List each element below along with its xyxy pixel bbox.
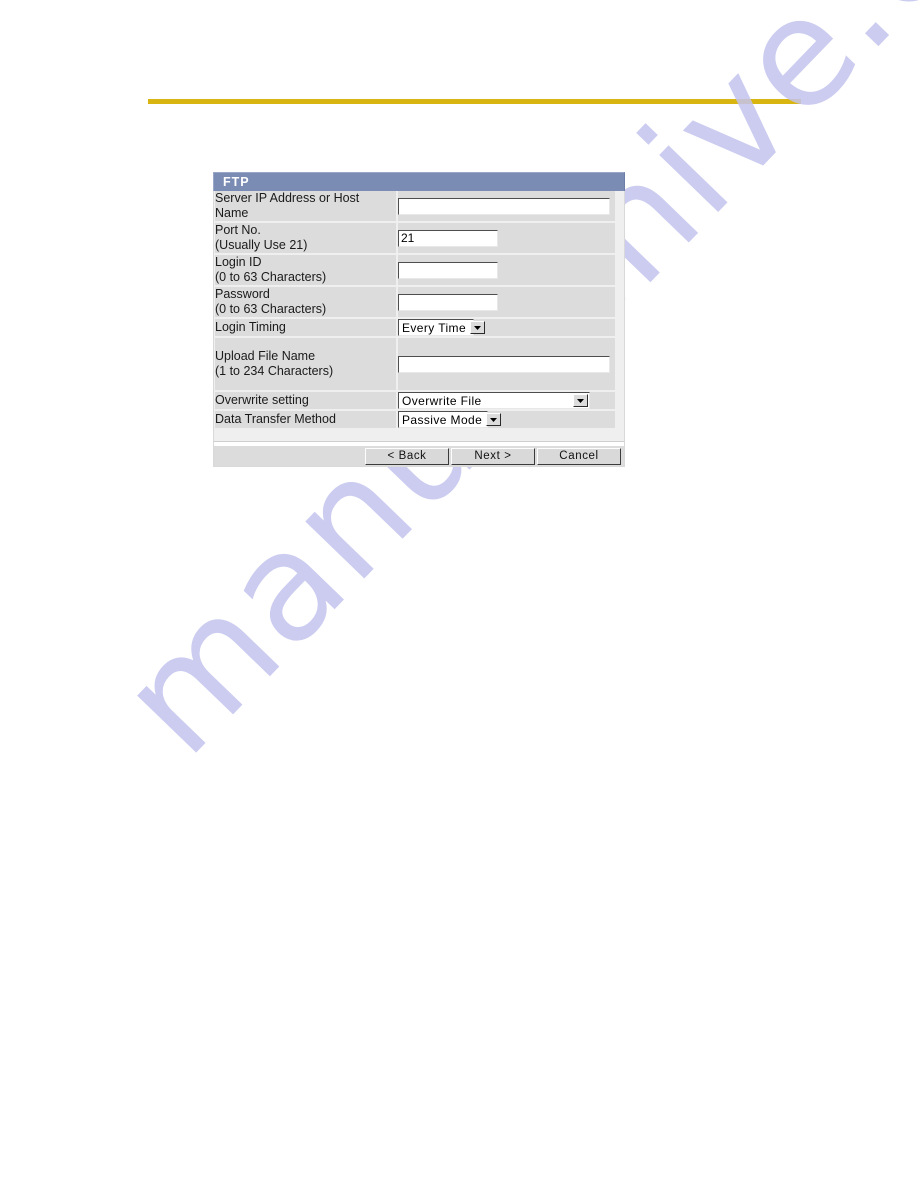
- label-line: Password: [215, 287, 270, 301]
- table-row: Server IP Address or Host Name: [215, 191, 615, 223]
- field-data-transfer-method: Passive Mode: [396, 410, 615, 430]
- table-row: Password (0 to 63 Characters): [215, 286, 615, 319]
- label-line: Port No.: [215, 223, 261, 237]
- field-password: [396, 286, 615, 319]
- field-upload-file-name: [396, 337, 615, 392]
- label-line: Upload File Name: [215, 349, 316, 363]
- field-port-no: [396, 222, 615, 255]
- label-line: Server IP Address or Host: [215, 191, 360, 205]
- password-input[interactable]: [398, 293, 498, 311]
- label-line: Data Transfer Method: [215, 412, 336, 426]
- table-row: Overwrite setting Overwrite File: [215, 391, 615, 411]
- table-row: Login ID (0 to 63 Characters): [215, 254, 615, 287]
- chevron-down-icon: [470, 321, 486, 334]
- label-password: Password (0 to 63 Characters): [215, 286, 397, 319]
- label-line: Login ID: [215, 255, 262, 269]
- ftp-settings-panel: FTP Server IP Address or Host Name Port …: [213, 172, 625, 467]
- chevron-down-icon: [573, 394, 588, 407]
- label-data-transfer-method: Data Transfer Method: [215, 410, 397, 430]
- field-login-timing: Every Time: [396, 318, 615, 338]
- label-line: Login Timing: [215, 320, 286, 334]
- upload-file-name-input[interactable]: [398, 355, 610, 373]
- login-id-input[interactable]: [398, 261, 498, 279]
- label-port-no: Port No. (Usually Use 21): [215, 222, 397, 255]
- table-row: Upload File Name (1 to 234 Characters): [215, 337, 615, 392]
- label-login-timing: Login Timing: [215, 318, 397, 338]
- overwrite-setting-value: Overwrite File: [402, 393, 482, 408]
- login-timing-select[interactable]: Every Time: [398, 319, 486, 336]
- label-line: Name: [215, 206, 249, 220]
- overwrite-setting-select[interactable]: Overwrite File: [398, 392, 590, 409]
- label-line: Overwrite setting: [215, 393, 309, 407]
- label-server-address: Server IP Address or Host Name: [215, 191, 397, 223]
- panel-body: Server IP Address or Host Name Port No. …: [213, 191, 625, 430]
- table-row: Port No. (Usually Use 21): [215, 222, 615, 255]
- field-login-id: [396, 254, 615, 287]
- header-gold-rule: [148, 99, 801, 104]
- panel-separator: [213, 430, 625, 442]
- chevron-down-icon: [486, 413, 502, 426]
- table-row: Login Timing Every Time: [215, 318, 615, 338]
- panel-title-bar: FTP: [213, 172, 625, 191]
- field-overwrite-setting: Overwrite File: [396, 391, 615, 411]
- next-button[interactable]: Next >: [451, 447, 535, 465]
- ftp-settings-table: Server IP Address or Host Name Port No. …: [215, 191, 615, 430]
- label-line: (1 to 234 Characters): [215, 364, 334, 378]
- back-button[interactable]: < Back: [365, 447, 449, 465]
- data-transfer-method-select[interactable]: Passive Mode: [398, 411, 502, 428]
- table-row: Data Transfer Method Passive Mode: [215, 410, 615, 430]
- label-line: (0 to 63 Characters): [215, 302, 327, 316]
- login-timing-value: Every Time: [402, 320, 467, 335]
- port-no-input[interactable]: [398, 229, 498, 247]
- label-line: (0 to 63 Characters): [215, 270, 327, 284]
- panel-button-bar: < Back Next > Cancel: [213, 446, 625, 467]
- label-upload-file-name: Upload File Name (1 to 234 Characters): [215, 337, 397, 392]
- field-server-address: [396, 191, 615, 223]
- label-overwrite-setting: Overwrite setting: [215, 391, 397, 411]
- label-line: (Usually Use 21): [215, 238, 308, 252]
- cancel-button[interactable]: Cancel: [537, 447, 621, 465]
- data-transfer-method-value: Passive Mode: [402, 412, 483, 427]
- label-login-id: Login ID (0 to 63 Characters): [215, 254, 397, 287]
- server-address-input[interactable]: [398, 197, 610, 215]
- panel-title: FTP: [223, 174, 250, 189]
